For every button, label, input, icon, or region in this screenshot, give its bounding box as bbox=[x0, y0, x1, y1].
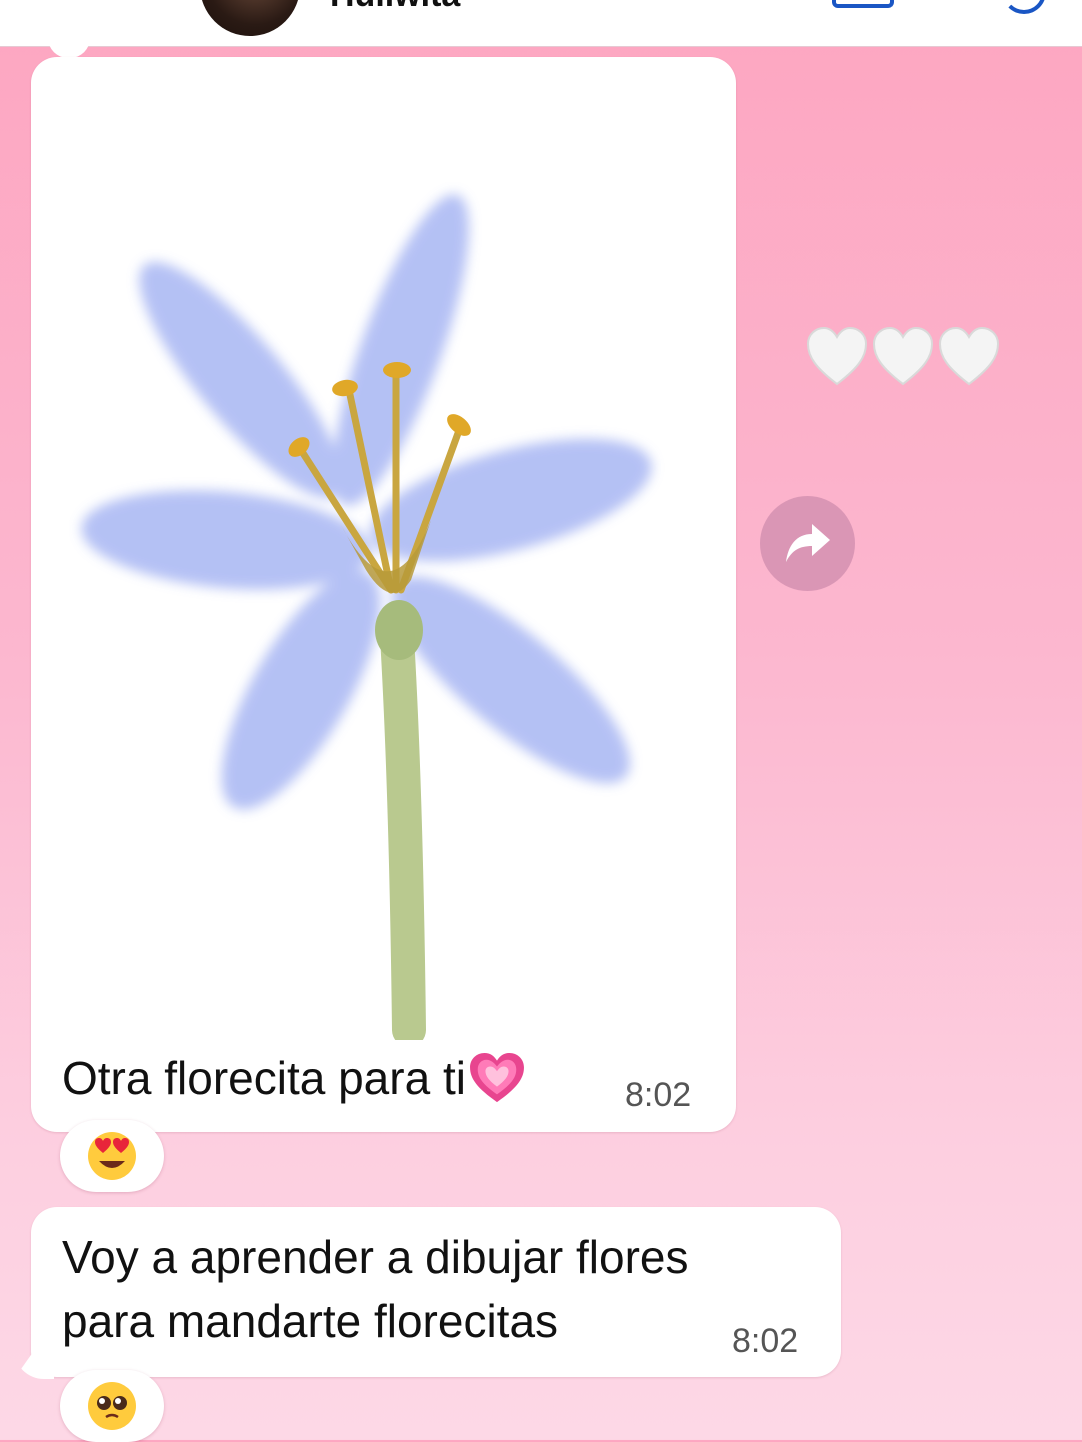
reaction-badge[interactable] bbox=[60, 1370, 164, 1442]
forward-arrow-icon bbox=[786, 524, 830, 562]
heart-eyes-emoji bbox=[88, 1132, 136, 1180]
message-line: para mandarte florecitas bbox=[62, 1295, 559, 1347]
side-hearts bbox=[806, 326, 1004, 391]
white-heart-emoji bbox=[872, 326, 934, 386]
flower-drawing-image[interactable] bbox=[31, 180, 736, 1040]
contact-avatar[interactable] bbox=[200, 0, 300, 36]
message-caption: Otra florecita para ti bbox=[62, 1046, 526, 1110]
white-heart-emoji bbox=[806, 326, 868, 386]
message-text: Voy a aprender a dibujar flores para man… bbox=[62, 1225, 689, 1353]
message-time: 8:02 bbox=[732, 1322, 799, 1360]
message-line: Voy a aprender a dibujar flores bbox=[62, 1231, 689, 1283]
white-heart-emoji bbox=[938, 326, 1000, 386]
chat-header: Huliwita bbox=[0, 0, 1082, 47]
growing-heart-emoji bbox=[469, 1052, 524, 1103]
bubble-tail bbox=[48, 38, 90, 58]
contact-name[interactable]: Huliwita bbox=[330, 0, 460, 15]
video-call-icon[interactable] bbox=[832, 0, 894, 8]
caption-text: Otra florecita para ti bbox=[62, 1052, 466, 1104]
forward-button[interactable] bbox=[760, 496, 855, 591]
phone-call-icon[interactable] bbox=[1002, 0, 1046, 14]
reaction-badge[interactable] bbox=[60, 1120, 164, 1192]
pleading-face-emoji bbox=[88, 1382, 136, 1430]
message-time: 8:02 bbox=[625, 1076, 692, 1114]
